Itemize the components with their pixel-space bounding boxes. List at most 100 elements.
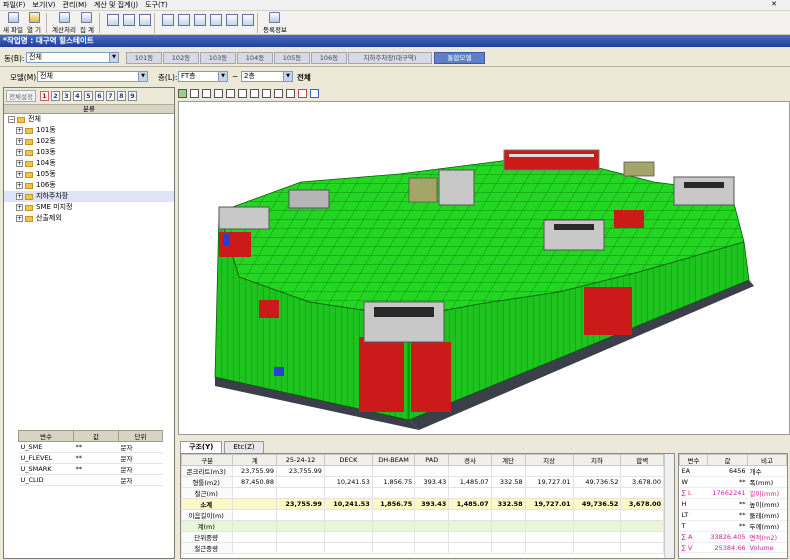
qty-column-header[interactable]: 구분 [181,454,234,466]
layout-5-icon[interactable] [226,14,238,26]
table-row[interactable]: LT ** 둘레(mm) [679,509,787,521]
zoom-in-icon[interactable] [107,14,119,26]
level-3-button[interactable]: 3 [61,91,71,101]
qty-column-header[interactable]: 25-24-12 [276,454,325,466]
tab-104[interactable]: 104동 [237,52,273,64]
table-row[interactable]: 소계 23,755.99 10,241.53 1,856.75 393.43 1,485.… [181,498,664,510]
quantity-grid[interactable]: 구분 계 25-24-12 DECK DH-BEAM PAD 경사 계단 지상 지하 합벽 콘크리트… [180,453,675,559]
tab-101[interactable]: 101동 [126,52,162,64]
view-left-icon[interactable] [238,89,247,98]
layout-4-icon[interactable] [210,14,222,26]
aggregate-button[interactable]: 집 계 [80,11,94,34]
qty-column-header[interactable]: DECK [323,454,373,466]
qty-column-header[interactable]: 경사 [448,454,492,466]
tree-item[interactable]: + 지하주차장 [4,191,174,202]
level-9-button[interactable]: 9 [127,91,137,101]
table-row[interactable]: 콘크리트(m3) 23,755.99 23,755.99 [181,465,664,477]
qty-column-header[interactable]: 합벽 [620,454,664,466]
properties-button[interactable]: 등록정보 [263,11,287,34]
floor-from-select[interactable]: FT층 ▼ [178,71,228,82]
table-row[interactable]: 이음길이(m) [181,509,664,521]
qty-column-header[interactable]: 계 [232,454,278,466]
view-bottom-icon[interactable] [274,89,283,98]
qty-column-header[interactable]: 지하 [572,454,622,466]
camera-icon[interactable] [190,89,199,98]
expand-icon[interactable]: + [16,149,23,156]
table-row[interactable]: 계(m) [181,520,664,532]
tab-106[interactable]: 106동 [311,52,347,64]
floor-to-select[interactable]: 2층 ▼ [241,71,293,82]
menu-manage[interactable]: 관리(M) [63,0,87,10]
view-iso-icon[interactable] [286,89,295,98]
expand-icon[interactable]: + [16,215,23,222]
menu-tools[interactable]: 도구(T) [145,0,168,10]
menu-calc[interactable]: 계산 및 집계(J) [94,0,138,10]
tab-structure[interactable]: 구조(Y) [180,441,223,453]
close-icon[interactable]: ✕ [771,0,777,8]
view-top-icon[interactable] [262,89,271,98]
tab-102[interactable]: 102동 [163,52,199,64]
expand-icon[interactable]: + [16,160,23,167]
level-8-button[interactable]: 8 [116,91,126,101]
zoom-out-icon[interactable] [123,14,135,26]
select-all-button[interactable]: 전체설정 [6,90,36,102]
level-5-button[interactable]: 5 [83,91,93,101]
calculate-button[interactable]: 계산처리 [52,11,76,34]
view-right-icon[interactable] [250,89,259,98]
building-select[interactable]: 전체 ▼ [26,52,119,63]
table-row[interactable]: T ** 두께(mm) [679,520,787,532]
table-row[interactable]: H ** 높이(mm) [679,498,787,510]
zoom-fit-icon[interactable] [139,14,151,26]
table-row[interactable]: W ** 폭(mm) [679,476,787,488]
level-2-button[interactable]: 2 [50,91,60,101]
expand-icon[interactable]: + [16,193,23,200]
table-row[interactable]: ∑ A 33826.405 면적(m2) [679,531,787,543]
tab-etc[interactable]: Etc(Z) [224,441,264,453]
menu-file[interactable]: 파일(F) [3,0,25,10]
new-file-button[interactable]: 새 파일 [3,11,23,34]
tree-item[interactable]: +102동 [4,136,174,147]
view-back-icon[interactable] [226,89,235,98]
tree-item[interactable]: +104동 [4,158,174,169]
table-row[interactable]: 단위중량 [181,531,664,543]
qty-column-header[interactable]: DH-BEAM [371,454,416,466]
level-1-button[interactable]: 1 [39,91,49,101]
menu-view[interactable]: 보기(V) [32,0,55,10]
table-row[interactable]: 형틀(m2) 87,450.88 10,241.53 1,856.75 393.43 1,… [181,476,664,488]
level-6-button[interactable]: 6 [94,91,104,101]
layout-3-icon[interactable] [194,14,206,26]
tree-item[interactable]: − 전체 [4,114,174,125]
collapse-icon[interactable]: − [8,116,15,123]
copy-icon[interactable] [202,89,211,98]
qty-column-header[interactable]: 지상 [524,454,574,466]
list-icon[interactable] [298,89,307,98]
expand-icon[interactable]: + [16,127,23,134]
tab-integrated-model[interactable]: 통합모델 [434,52,485,64]
table-row[interactable]: ∑ V 25384.66 Volume [679,542,787,553]
qty-column-header[interactable]: PAD [414,454,450,466]
tree-item[interactable]: +103동 [4,147,174,158]
table-row[interactable]: EA 6456 개수 [679,465,787,477]
table-row[interactable]: U_SMARK ** 문자 [18,463,163,475]
layout-2-icon[interactable] [178,14,190,26]
model-viewport[interactable] [178,101,790,435]
tree-item[interactable]: + SME 미지정 [4,202,174,213]
table-row[interactable]: U_CLID 문자 [18,474,163,486]
view-front-icon[interactable] [214,89,223,98]
table-row[interactable]: U_FLEVEL ** 문자 [18,452,163,464]
qty-column-header[interactable]: 계단 [490,454,526,466]
section-icon[interactable] [310,89,319,98]
floor-all-button[interactable]: 전체 [297,72,311,83]
grid-view-icon[interactable] [178,89,187,98]
open-button[interactable]: 열 기 [27,11,41,34]
tree-item[interactable]: + 산출제외 [4,213,174,224]
grid-scrollbar[interactable] [664,454,674,558]
model-select[interactable]: 전체 ▼ [37,71,148,82]
table-row[interactable]: 철근(m) [181,487,664,499]
table-row[interactable]: U_SME ** 문자 [18,441,163,453]
expand-icon[interactable]: + [16,138,23,145]
layout-1-icon[interactable] [162,14,174,26]
level-4-button[interactable]: 4 [72,91,82,101]
level-7-button[interactable]: 7 [105,91,115,101]
tab-105[interactable]: 105동 [274,52,310,64]
